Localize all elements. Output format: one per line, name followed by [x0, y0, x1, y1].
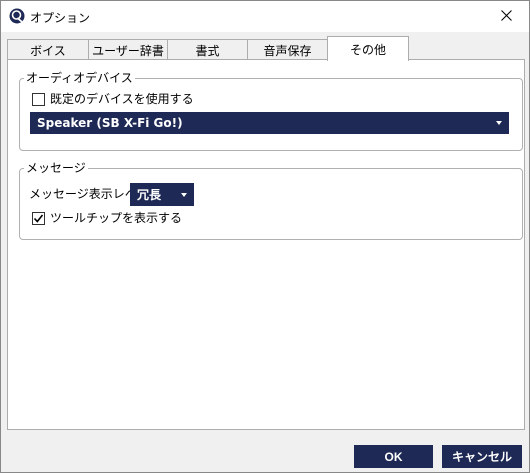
tab-audio-save[interactable]: 音声保存	[247, 39, 328, 60]
checkmark-icon	[33, 214, 44, 223]
chevron-down-icon	[496, 121, 502, 125]
message-level-select[interactable]: 冗長	[130, 183, 194, 206]
tab-format[interactable]: 書式	[167, 39, 248, 60]
tab-label: 書式	[195, 43, 220, 58]
audio-device-group: オーディオデバイス 既定のデバイスを使用する Speaker (SB X-Fi …	[19, 71, 523, 151]
message-level-selected-value: 冗長	[137, 188, 162, 202]
tab-label: ボイス	[30, 43, 66, 58]
options-dialog: オプション ボイス ユーザー辞書 書式 音声保存 その他 オーディオデバイス 既…	[0, 0, 530, 473]
close-button[interactable]	[484, 1, 529, 32]
audio-device-select[interactable]: Speaker (SB X-Fi Go!)	[30, 112, 509, 134]
tab-panel-other: オーディオデバイス 既定のデバイスを使用する Speaker (SB X-Fi …	[7, 59, 525, 430]
tab-label: 音声保存	[263, 43, 312, 58]
title-bar: オプション	[1, 1, 529, 32]
tab-user-dictionary[interactable]: ユーザー辞書	[88, 39, 168, 60]
app-logo-icon	[9, 8, 25, 24]
use-default-device-checkbox[interactable]	[32, 93, 45, 106]
message-group-title: メッセージ	[24, 161, 88, 175]
cancel-button[interactable]: キャンセル	[442, 445, 522, 468]
chevron-down-icon	[181, 192, 187, 197]
audio-device-selected-value: Speaker (SB X-Fi Go!)	[37, 116, 183, 130]
use-default-device-label: 既定のデバイスを使用する	[50, 92, 194, 106]
audio-device-group-title: オーディオデバイス	[24, 71, 135, 85]
tab-other[interactable]: その他	[327, 36, 409, 61]
show-tooltip-checkbox[interactable]	[32, 212, 45, 225]
window-title: オプション	[30, 11, 91, 25]
message-group: メッセージ メッセージ表示レベル 冗長 ツールチップを表示する	[19, 161, 523, 240]
show-tooltip-label: ツールチップを表示する	[50, 211, 183, 225]
ok-button[interactable]: OK	[354, 445, 433, 468]
tab-label: その他	[349, 42, 386, 57]
tab-label: ユーザー辞書	[92, 43, 164, 58]
tab-voice[interactable]: ボイス	[7, 39, 89, 60]
close-icon	[501, 9, 512, 24]
